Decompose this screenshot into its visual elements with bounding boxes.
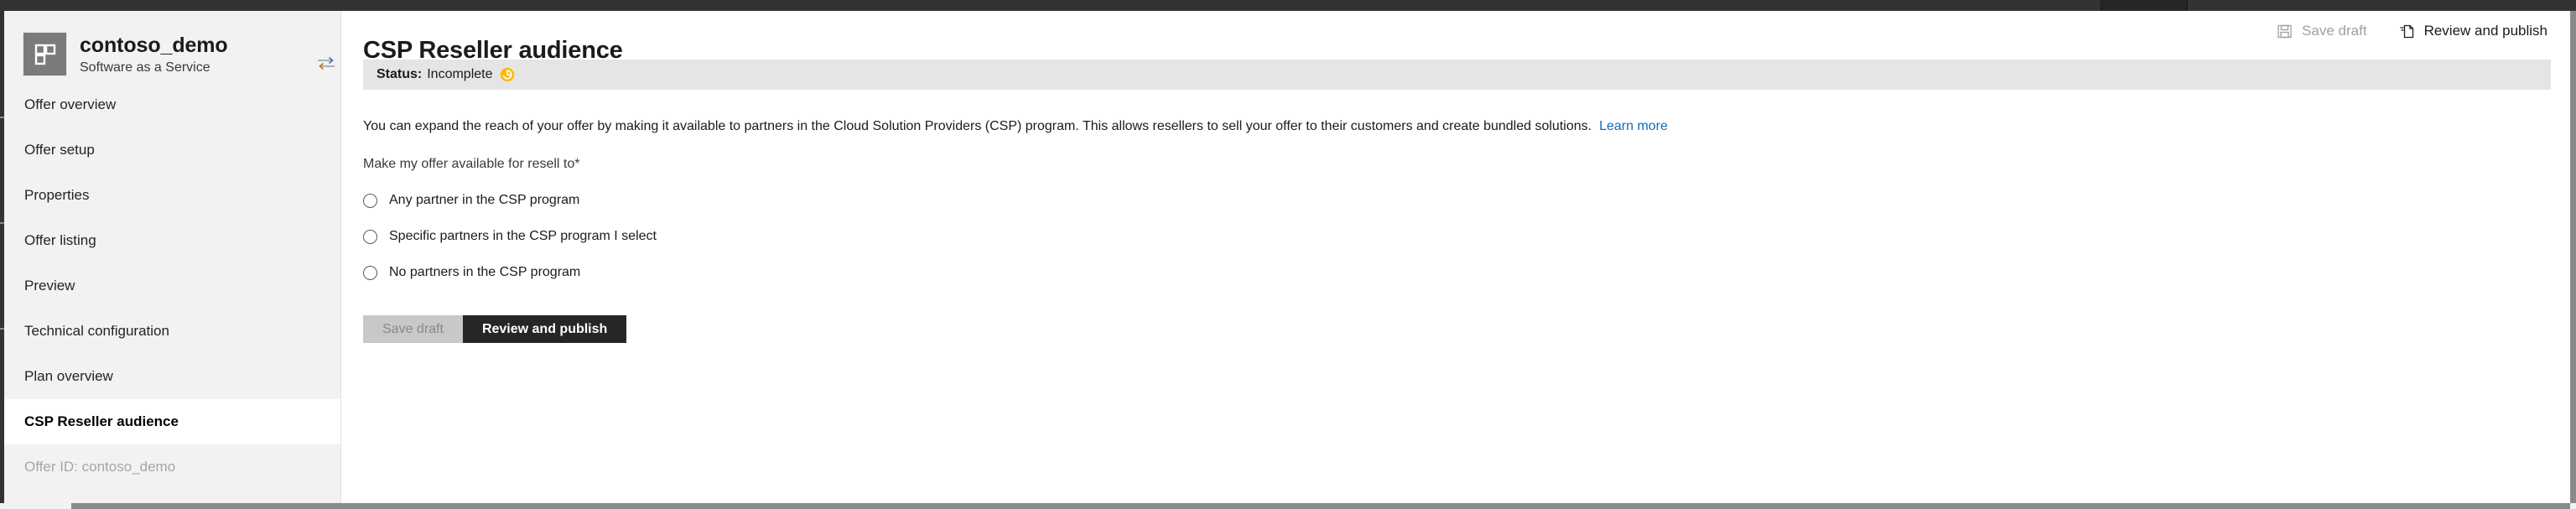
sidebar-item-plan-overview[interactable]: Plan overview <box>4 354 340 399</box>
status-label: Status: <box>377 67 423 81</box>
offer-header: contoso_demo Software as a Service <box>4 11 340 82</box>
sidebar-item-label: CSP Reseller audience <box>24 413 179 429</box>
sidebar-item-properties[interactable]: Properties <box>4 173 340 218</box>
publish-document-icon <box>2399 23 2415 39</box>
offer-title-block: contoso_demo Software as a Service <box>80 34 228 77</box>
sidebar-item-technical-configuration[interactable]: Technical configuration <box>4 309 340 354</box>
offer-subtitle: Software as a Service <box>80 60 210 75</box>
grid-blocks-icon <box>23 32 67 76</box>
sidebar-item-offer-overview[interactable]: Offer overview <box>4 82 340 127</box>
review-and-publish-command[interactable]: Review and publish <box>2399 23 2547 39</box>
sidebar-item-preview[interactable]: Preview <box>4 263 340 309</box>
sidebar-item-label: Plan overview <box>24 368 113 384</box>
radio-option-any-partner[interactable]: Any partner in the CSP program <box>363 186 579 215</box>
intro-paragraph: You can expand the reach of your offer b… <box>363 117 2576 136</box>
horizontal-scrollbar[interactable] <box>0 503 2576 509</box>
footer-actions: Save draft Review and publish <box>363 315 2576 344</box>
field-label: Make my offer available for resell to* <box>363 157 2576 172</box>
sidebar-item-offer-listing[interactable]: Offer listing <box>4 218 340 263</box>
field-label-text: Make my offer available for resell to <box>363 157 575 172</box>
radio-circle-icon <box>363 229 377 244</box>
radio-option-label: Any partner in the CSP program <box>389 193 580 208</box>
radio-option-no-partners[interactable]: No partners in the CSP program <box>363 258 580 287</box>
save-draft-command-label: Save draft <box>2302 23 2367 39</box>
radio-option-specific-partners[interactable]: Specific partners in the CSP program I s… <box>363 222 657 251</box>
resell-audience-radio-group: Any partner in the CSP program Specific … <box>363 186 2576 287</box>
offer-name: contoso_demo <box>80 34 228 57</box>
intro-text: You can expand the reach of your offer b… <box>363 119 1592 133</box>
main-content: CSP Reseller audience Save draft Review … <box>342 11 2576 509</box>
app-shell: contoso_demo Software as a Service Offer… <box>0 11 2576 509</box>
radio-option-label: No partners in the CSP program <box>389 265 581 280</box>
sidebar-item-csp-reseller-audience[interactable]: CSP Reseller audience <box>4 399 340 444</box>
review-and-publish-command-label: Review and publish <box>2423 23 2547 39</box>
review-and-publish-button[interactable]: Review and publish <box>462 315 627 344</box>
radio-circle-icon <box>363 193 377 208</box>
status-value: Incomplete <box>427 67 493 81</box>
save-draft-button[interactable]: Save draft <box>363 315 463 344</box>
sidebar-item-offer-setup[interactable]: Offer setup <box>4 127 340 173</box>
command-bar: Save draft Review and publish <box>2277 23 2547 39</box>
sidebar-item-label: Offer listing <box>24 232 96 248</box>
vertical-scrollbar[interactable] <box>2570 11 2576 509</box>
sidebar-item-label: Properties <box>24 187 90 203</box>
save-draft-command[interactable]: Save draft <box>2277 23 2367 39</box>
save-floppy-icon <box>2277 23 2293 39</box>
swap-horizontal-icon[interactable] <box>317 55 335 71</box>
learn-more-link[interactable]: Learn more <box>1599 119 1668 133</box>
form-body: You can expand the reach of your offer b… <box>363 103 2576 344</box>
sidebar-item-label: Offer setup <box>24 142 95 158</box>
sidebar-offer-id: Offer ID: contoso_demo <box>24 459 176 475</box>
horizontal-scrollbar-thumb[interactable] <box>71 503 2570 509</box>
status-badge: Status: Incomplete <box>363 60 2551 90</box>
sidebar-item-label: Preview <box>24 278 75 293</box>
browser-active-tab[interactable] <box>2101 0 2188 11</box>
content-topbar: CSP Reseller audience Save draft Review … <box>342 11 2576 64</box>
sidebar-item-label: Offer overview <box>24 96 117 112</box>
radio-circle-icon <box>363 265 377 280</box>
required-marker: * <box>574 157 580 172</box>
sidebar-item-label: Technical configuration <box>24 323 169 339</box>
sidebar: contoso_demo Software as a Service Offer… <box>4 11 341 509</box>
clock-pending-icon <box>500 67 515 82</box>
browser-chrome-bar <box>0 0 2576 11</box>
radio-option-label: Specific partners in the CSP program I s… <box>389 229 657 244</box>
sidebar-nav-list: Offer overview Offer setup Properties Of… <box>4 82 340 444</box>
